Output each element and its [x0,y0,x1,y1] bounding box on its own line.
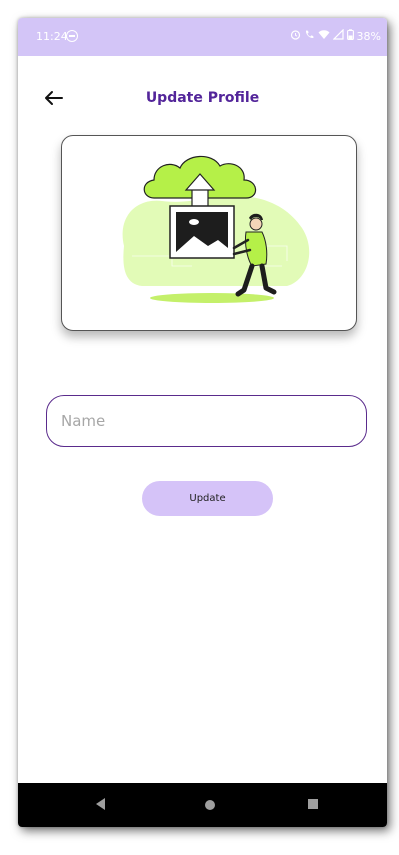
signal-icon [332,28,344,43]
nav-back-icon[interactable] [96,798,105,810]
name-field[interactable] [46,395,367,447]
do-not-disturb-icon [66,30,78,42]
upload-image-illustration [122,155,310,303]
update-button[interactable]: Update [142,481,273,516]
call-icon [304,29,315,43]
battery-percent: 38% [356,29,381,43]
app-bar: Update Profile [18,80,387,120]
status-icons: 38% [290,28,381,43]
wifi-icon [318,29,330,43]
page-title: Update Profile [145,90,260,106]
alarm-icon [290,29,301,43]
phone-screen: 11:24 38% Update Profile Name Update [18,18,387,827]
status-time: 11:24 [36,30,68,43]
status-bar: 11:24 38% [18,18,387,56]
nav-recents-icon[interactable] [308,799,318,809]
battery-icon [346,29,354,43]
nav-home-icon[interactable] [205,800,215,810]
system-navigation-bar [18,783,387,827]
profile-image-card[interactable] [61,135,357,331]
